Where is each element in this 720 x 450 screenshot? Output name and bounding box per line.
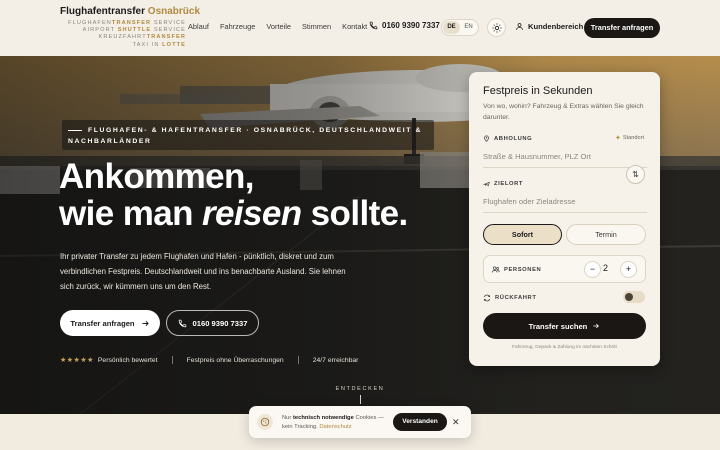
mode-now-button[interactable]: Sofort: [483, 224, 562, 245]
logo-title: Flughafentransfer Osnabrück: [60, 6, 200, 17]
logo-accent: Osnabrück: [147, 6, 201, 17]
hero-phone-button[interactable]: 0160 9390 7337: [166, 310, 259, 336]
arrow-right-icon: [142, 320, 149, 326]
booking-title: Festpreis in Sekunden: [483, 85, 593, 97]
logo-services: FLUGHAFENTRANSFER SERVICE AIRPORT SHUTTL…: [60, 20, 186, 49]
trust-item-rated: Persönlich bewertet: [97, 356, 158, 364]
cookie-banner: Nur technisch notwendige Cookies — kein …: [249, 406, 471, 438]
use-location-label: Standort: [622, 135, 645, 141]
cookie-message: Nur technisch notwendige Cookies — kein …: [282, 415, 384, 430]
star-rating-icon: ★★★★★: [60, 357, 94, 364]
sun-icon: [491, 22, 502, 33]
main-nav: Ablauf Fahrzeuge Vorteile Stimmen Kontak…: [188, 22, 367, 31]
booking-card: Festpreis in Sekunden Von wo, wohin? Fah…: [469, 72, 660, 366]
return-trip-toggle[interactable]: [623, 291, 645, 303]
passenger-increment-button[interactable]: +: [620, 261, 637, 278]
plane-icon: [483, 181, 490, 187]
search-transfer-label: Transfer suchen: [528, 321, 588, 331]
language-switch: DE EN: [441, 19, 479, 36]
logo-main: Flughafentransfer: [60, 6, 146, 17]
hero-tagline: FLUGHAFEN- & HAFENTRANSFER · OSNABRÜCK, …: [62, 120, 434, 150]
nav-stimmen[interactable]: Stimmen: [302, 22, 331, 31]
toggle-knob: [625, 293, 633, 301]
scroll-line-icon: [359, 395, 361, 404]
phone-icon: [178, 319, 186, 327]
location-pin-icon: [484, 135, 489, 142]
lang-en[interactable]: EN: [460, 21, 477, 34]
destination-input[interactable]: Flughafen oder Zieladresse: [483, 197, 647, 213]
logo[interactable]: Flughafentransfer Osnabrück FLUGHAFENTRA…: [60, 6, 200, 49]
nav-kontakt[interactable]: Kontakt: [342, 22, 367, 31]
return-arrows-icon: [483, 294, 491, 302]
hero-tagline-text: FLUGHAFEN- & HAFENTRANSFER · OSNABRÜCK, …: [68, 127, 422, 145]
theme-toggle-button[interactable]: [487, 18, 506, 37]
trust-divider: [171, 356, 173, 364]
nav-fahrzeuge[interactable]: Fahrzeuge: [220, 22, 255, 31]
phone-icon: [369, 21, 378, 30]
pickup-input[interactable]: Straße & Hausnummer, PLZ Ort: [483, 152, 647, 168]
nav-vorteile[interactable]: Vorteile: [266, 22, 291, 31]
privacy-link[interactable]: Datenschutz: [319, 424, 351, 430]
swap-locations-button[interactable]: ⇅: [626, 165, 645, 184]
headline-emphasis: reisen: [202, 194, 302, 233]
close-icon[interactable]: ✕: [452, 415, 460, 429]
passenger-count: 2: [603, 263, 609, 273]
site-header: Flughafentransfer Osnabrück FLUGHAFENTRA…: [0, 0, 720, 56]
swap-arrows-icon: ⇅: [632, 170, 639, 179]
hero-request-label: Transfer anfragen: [70, 318, 135, 328]
logo-line: AIRPORT SHUTTLE SERVICE: [82, 27, 186, 34]
hero-headline: Ankommen, wie man reisen sollte.: [59, 158, 408, 232]
headline-line-1: Ankommen,: [59, 157, 255, 196]
hero-phone-label: 0160 9390 7337: [192, 318, 248, 328]
search-transfer-button[interactable]: Transfer suchen: [483, 313, 646, 339]
use-location-button[interactable]: ✦ Standort: [615, 134, 644, 142]
hero-description: Ihr privater Transfer zu jedem Flughafen…: [60, 252, 346, 291]
logo-line: KREUZFAHRTTRANSFER: [98, 34, 186, 41]
account-link[interactable]: Kundenbereich: [515, 22, 583, 31]
hero-request-button[interactable]: Transfer anfragen: [60, 310, 160, 336]
users-icon: [492, 266, 500, 273]
header-cta-button[interactable]: Transfer anfragen: [584, 18, 660, 38]
scroll-hint-label: ENTDECKEN: [335, 386, 385, 392]
mode-schedule-button[interactable]: Termin: [566, 224, 646, 245]
booking-subtitle: Von wo, wohin? Fahrzeug & Extras wählen …: [483, 103, 644, 121]
header-phone-link[interactable]: 0160 9390 7337: [369, 21, 440, 30]
headline-pre: wie man: [59, 194, 203, 233]
crosshair-icon: ✦: [615, 135, 621, 142]
user-icon: [516, 23, 523, 30]
cookie-accept-button[interactable]: Verstanden: [393, 413, 447, 431]
pickup-label: ABHOLUNG: [483, 135, 532, 142]
cookie-icon: [257, 414, 273, 430]
passenger-decrement-button[interactable]: −: [584, 261, 601, 278]
passenger-stepper: PERSONEN − 2 +: [483, 255, 646, 283]
booking-footnote: Fahrzeug, Gepäck & Zahlung im nächsten S…: [512, 345, 617, 350]
headline-post: sollte.: [301, 194, 409, 233]
lang-de[interactable]: DE: [443, 21, 460, 34]
tagline-dash: [68, 129, 82, 131]
trust-bar: ★★★★★ Persönlich bewertet Festpreis ohne…: [60, 356, 358, 364]
arrow-right-icon: [593, 323, 600, 329]
trust-item-availability: 24/7 erreichbar: [312, 356, 359, 364]
return-trip-label: RÜCKFAHRT: [483, 294, 536, 302]
account-label: Kundenbereich: [528, 22, 584, 31]
logo-line: TAXI IN LOTTE: [132, 41, 186, 48]
destination-label: ZIELORT: [483, 180, 523, 187]
scroll-hint[interactable]: ENTDECKEN: [320, 386, 400, 404]
header-phone-number: 0160 9390 7337: [382, 21, 440, 30]
nav-ablauf[interactable]: Ablauf: [188, 22, 209, 31]
passenger-label: PERSONEN: [492, 266, 541, 273]
logo-line: FLUGHAFENTRANSFER SERVICE: [68, 20, 186, 26]
trust-divider: [297, 356, 299, 364]
trust-item-fixed-price: Festpreis ohne Überraschungen: [186, 356, 284, 364]
